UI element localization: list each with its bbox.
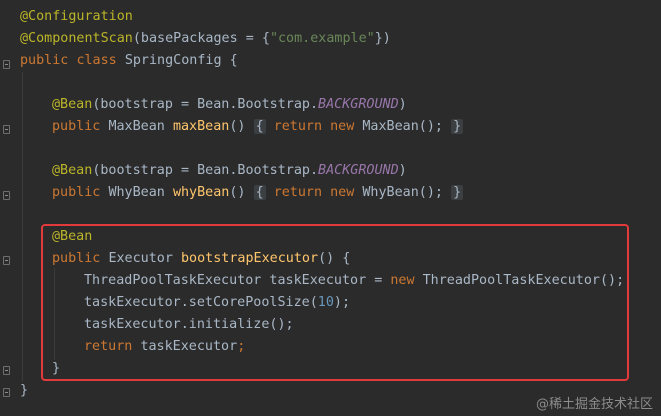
class-name: SpringConfig { [124,53,238,68]
indent-guide [22,72,23,382]
fold-icon[interactable] [3,191,10,200]
keyword: public [52,119,101,134]
code-line-2: @ComponentScan(basePackages = {"com.exam… [20,28,391,50]
method-name: whyBean [172,185,230,200]
folded-brace[interactable]: { [253,185,266,200]
fold-icon[interactable] [3,60,10,69]
code-text: (basePackages = { [132,31,270,46]
code-line-3: public class SpringConfig { [20,50,238,72]
fold-icon[interactable] [3,388,10,397]
constant: BACKGROUND [318,163,399,178]
keyword: new [330,185,355,200]
code-text: MaxBean(); [362,119,443,134]
code-text: }) [374,31,391,46]
fold-icon[interactable] [3,256,10,265]
code-text: ) [398,163,407,178]
folded-brace[interactable]: } [451,119,464,134]
fold-icon[interactable] [3,366,10,375]
method-name: maxBean [172,119,230,134]
annotation: @Configuration [20,9,133,24]
keyword: return [273,185,323,200]
type-name: WhyBean [108,185,165,200]
type-name: MaxBean [108,119,165,134]
folded-brace[interactable]: { [253,119,266,134]
annotation: @ComponentScan [20,31,133,46]
code-line-5: @Bean(bootstrap = Bean.Bootstrap.BACKGRO… [52,94,407,116]
annotation: @Bean [52,97,93,112]
fold-icon[interactable] [3,125,10,134]
keyword: new [330,119,355,134]
keyword: class [76,53,117,68]
annotation: @Bean [52,163,93,178]
keyword: public [20,53,69,68]
code-text: ) [398,97,407,112]
code-text: WhyBean(); [362,185,443,200]
code-text: } [20,383,29,398]
highlight-box [41,224,629,381]
string-literal: "com.example" [269,31,375,46]
code-text: (bootstrap = Bean.Bootstrap. [92,97,319,112]
watermark: @稀土掘金技术社区 [535,397,653,412]
code-line-18: } [20,380,28,402]
folded-brace[interactable]: } [451,185,464,200]
code-text: (bootstrap = Bean.Bootstrap. [92,163,319,178]
code-line-6: public MaxBean maxBean() { return new Ma… [52,116,464,138]
code-text: () [229,185,246,200]
code-line-9: public WhyBean whyBean() { return new Wh… [52,182,464,204]
keyword: public [52,185,101,200]
constant: BACKGROUND [318,97,399,112]
code-text: () [229,119,246,134]
keyword: return [273,119,323,134]
code-line-8: @Bean(bootstrap = Bean.Bootstrap.BACKGRO… [52,160,407,182]
code-line-1: @Configuration [20,6,133,28]
